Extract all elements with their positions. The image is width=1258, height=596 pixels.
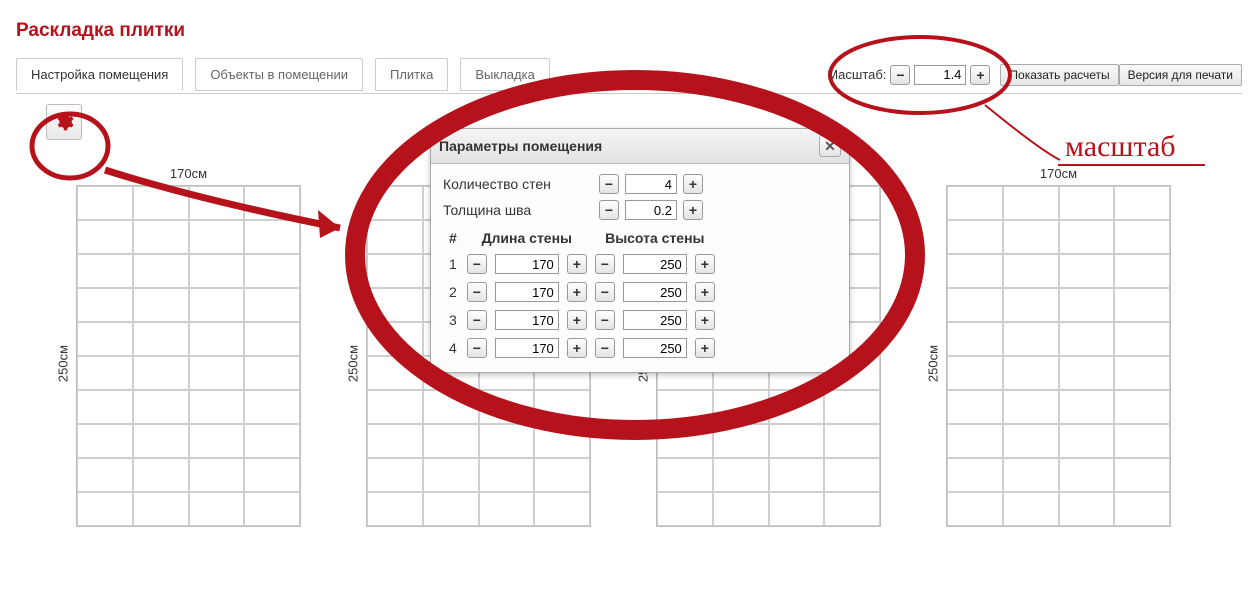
hgt-plus[interactable]: + — [695, 254, 715, 274]
hgt-input[interactable] — [623, 338, 687, 358]
row-num: 2 — [443, 278, 463, 306]
scale-plus-button[interactable]: + — [970, 65, 990, 85]
wall-1-grid[interactable] — [76, 185, 301, 527]
tab-bar: Настройка помещения Объекты в помещении … — [16, 58, 1242, 94]
seam-thickness-label: Толщина шва — [443, 202, 593, 218]
hgt-input[interactable] — [623, 282, 687, 302]
wall-2-height-label: 250см — [346, 345, 361, 382]
wall-4-grid[interactable] — [946, 185, 1171, 527]
len-input[interactable] — [495, 338, 559, 358]
len-minus[interactable]: − — [467, 338, 487, 358]
wall-4-width-label: 170см — [946, 166, 1171, 181]
table-row: 4 − + − + — [443, 334, 719, 362]
hgt-minus[interactable]: − — [595, 338, 615, 358]
len-plus[interactable]: + — [567, 254, 587, 274]
hgt-plus[interactable]: + — [695, 338, 715, 358]
wall-4-height-label: 250см — [926, 345, 941, 382]
tab-tile[interactable]: Плитка — [375, 58, 448, 91]
popup-title: Параметры помещения — [439, 138, 602, 154]
row-num: 3 — [443, 306, 463, 334]
hgt-plus[interactable]: + — [695, 310, 715, 330]
len-plus[interactable]: + — [567, 310, 587, 330]
walls-count-plus[interactable]: + — [683, 174, 703, 194]
hgt-plus[interactable]: + — [695, 282, 715, 302]
len-input[interactable] — [495, 310, 559, 330]
tab-room-objects[interactable]: Объекты в помещении — [195, 58, 363, 91]
seam-input[interactable] — [625, 200, 677, 220]
scale-input[interactable] — [914, 65, 966, 85]
scale-label: Масштаб: — [827, 67, 886, 82]
show-calculations-button[interactable]: Показать расчеты — [1000, 64, 1118, 86]
len-plus[interactable]: + — [567, 338, 587, 358]
hgt-minus[interactable]: − — [595, 310, 615, 330]
seam-plus[interactable]: + — [683, 200, 703, 220]
col-num: # — [443, 226, 463, 250]
row-num: 4 — [443, 334, 463, 362]
walls-count-minus[interactable]: − — [599, 174, 619, 194]
tab-room-setup[interactable]: Настройка помещения — [16, 58, 183, 91]
scale-minus-button[interactable]: − — [890, 65, 910, 85]
popup-close-button[interactable]: ✕ — [819, 135, 841, 157]
walls-count-input[interactable] — [625, 174, 677, 194]
len-input[interactable] — [495, 254, 559, 274]
col-length: Длина стены — [463, 226, 591, 250]
wall-1-width-label: 170см — [76, 166, 301, 181]
wall-1-height-label: 250см — [56, 345, 71, 382]
len-input[interactable] — [495, 282, 559, 302]
walls-table: # Длина стены Высота стены 1 − + − + 2 − — [443, 226, 719, 362]
len-minus[interactable]: − — [467, 254, 487, 274]
hgt-input[interactable] — [623, 310, 687, 330]
table-row: 1 − + − + — [443, 250, 719, 278]
len-minus[interactable]: − — [467, 310, 487, 330]
walls-count-label: Количество стен — [443, 176, 593, 192]
len-plus[interactable]: + — [567, 282, 587, 302]
room-settings-button[interactable] — [46, 104, 82, 140]
hgt-minus[interactable]: − — [595, 282, 615, 302]
scale-control: Масштаб: − + — [827, 65, 990, 85]
hgt-minus[interactable]: − — [595, 254, 615, 274]
row-num: 1 — [443, 250, 463, 278]
page-title: Раскладка плитки — [16, 20, 1242, 42]
print-version-button[interactable]: Версия для печати — [1119, 64, 1242, 86]
table-row: 3 − + − + — [443, 306, 719, 334]
table-row: 2 − + − + — [443, 278, 719, 306]
close-icon: ✕ — [824, 138, 836, 155]
len-minus[interactable]: − — [467, 282, 487, 302]
annotation-scale-label: масштаб — [1065, 130, 1176, 164]
seam-minus[interactable]: − — [599, 200, 619, 220]
col-height: Высота стены — [591, 226, 719, 250]
room-parameters-popup: Параметры помещения ✕ Количество стен − … — [430, 128, 850, 373]
hgt-input[interactable] — [623, 254, 687, 274]
gear-icon — [54, 112, 74, 132]
tab-layout[interactable]: Выкладка — [460, 58, 549, 91]
